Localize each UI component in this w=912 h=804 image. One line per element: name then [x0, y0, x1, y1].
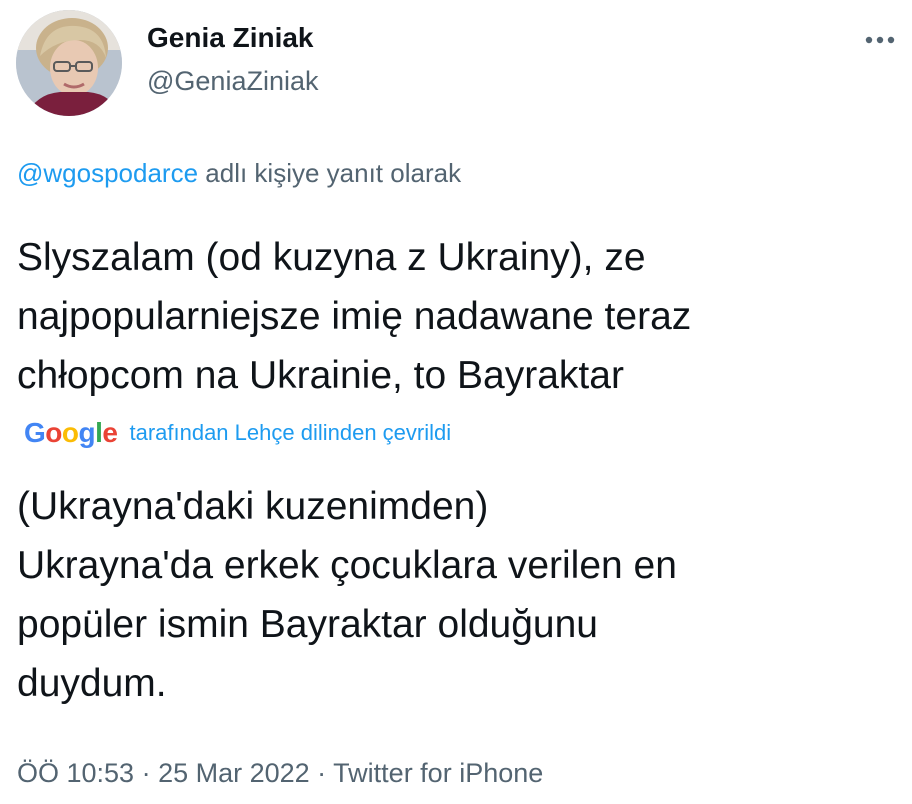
google-logo-letter: l: [95, 417, 103, 448]
translation-text: (Ukrayna'daki kuzenimden) Ukrayna'da erk…: [17, 477, 897, 713]
tweet-text-line: najpopularniejsze imię nadawane teraz: [17, 295, 692, 338]
google-logo-letter: G: [24, 417, 46, 448]
google-logo-letter: o: [45, 417, 62, 448]
translation-text-line: duydum.: [17, 662, 167, 705]
more-options-button[interactable]: [858, 20, 902, 60]
tweet-text-line: chłopcom na Ukrainie, to Bayraktar: [17, 354, 624, 397]
translation-text-line: popüler ismin Bayraktar olduğunu: [17, 603, 599, 646]
reply-context-label: adlı kişiye yanıt olarak: [198, 158, 462, 188]
translation-text-line: (Ukrayna'daki kuzenimden): [17, 485, 489, 528]
more-horizontal-icon: [865, 36, 895, 44]
google-logo-letter: g: [78, 417, 96, 448]
reply-context: @wgospodarce adlı kişiye yanıt olarak: [17, 158, 461, 189]
translation-text-line: Ukrayna'da erkek çocuklara verilen en: [17, 544, 677, 587]
google-logo-letter: e: [102, 417, 118, 448]
author-display-name[interactable]: Genia Ziniak: [147, 22, 314, 54]
google-logo: Google: [24, 417, 118, 449]
tweet-text-line: Slyszalam (od kuzyna z Ukrainy), ze: [17, 236, 646, 279]
avatar-image: [16, 10, 122, 116]
translated-by[interactable]: Google tarafından Lehçe dilinden çevrild…: [24, 417, 451, 449]
google-logo-letter: o: [61, 417, 79, 448]
reply-mention-link[interactable]: @wgospodarce: [17, 158, 198, 188]
tweet-timestamp[interactable]: ÖÖ 10:53 · 25 Mar 2022 · Twitter for iPh…: [17, 758, 543, 789]
translated-by-label[interactable]: tarafından Lehçe dilinden çevrildi: [129, 420, 451, 446]
avatar[interactable]: [16, 10, 122, 116]
author-handle[interactable]: @GeniaZiniak: [147, 66, 318, 97]
tweet-text: Slyszalam (od kuzyna z Ukrainy), ze najp…: [17, 228, 897, 405]
tweet-card: Genia Ziniak @GeniaZiniak @wgospodarce a…: [0, 0, 912, 804]
